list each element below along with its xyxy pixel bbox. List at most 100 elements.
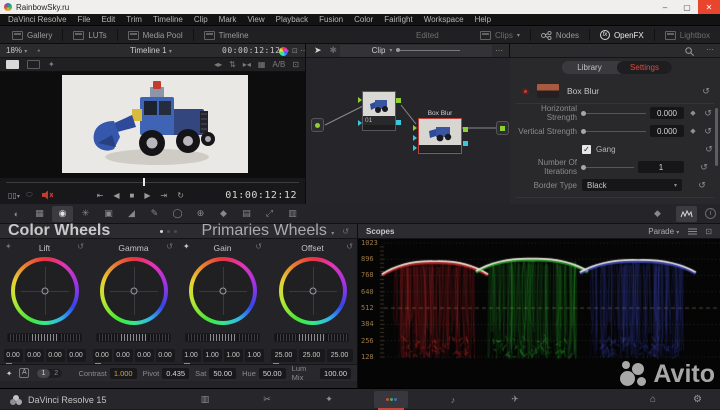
scopes-panel-icon[interactable] <box>676 206 697 222</box>
lightbox-button[interactable]: Lightbox <box>657 26 718 44</box>
auto-color-button[interactable]: A <box>19 368 29 378</box>
gain-master-wheel[interactable] <box>185 333 260 342</box>
vertical-strength-slider[interactable] <box>582 131 646 132</box>
tab-settings[interactable]: Settings <box>617 61 672 74</box>
loop-button[interactable]: ↻ <box>177 191 184 200</box>
gain-value-b[interactable]: 1.00 <box>245 349 264 362</box>
checker-icon[interactable]: ▦ <box>258 60 266 69</box>
page-edit[interactable]: ✂ <box>250 391 284 408</box>
gain-reset-button[interactable]: ↺ <box>255 242 262 251</box>
gain-value-y[interactable]: 1.00 <box>182 349 201 362</box>
node-zoom-slider[interactable] <box>396 50 460 51</box>
corrector-node-01[interactable]: 01 <box>362 91 396 131</box>
pager-2[interactable]: 2 <box>50 369 63 378</box>
viewer-canvas[interactable] <box>0 72 305 178</box>
sat-value[interactable]: 50.00 <box>209 368 236 379</box>
node-output-key[interactable] <box>396 120 401 125</box>
node-options-menu[interactable]: ⋯ <box>495 46 503 55</box>
iterations-slider[interactable] <box>582 167 634 168</box>
gallery-button[interactable]: Gallery <box>4 26 60 44</box>
node-output-rgb[interactable] <box>396 98 401 103</box>
cinema-viewer-icon[interactable]: ⬭ <box>26 190 33 200</box>
select-tool-icon[interactable]: ➤ <box>314 45 322 56</box>
lift-value-r[interactable]: 0.00 <box>25 349 44 362</box>
search-icon[interactable] <box>685 47 694 56</box>
wheels-mode-select[interactable]: Primaries Wheels ▾ <box>201 222 334 240</box>
wipe-mix-icon[interactable]: ▸◂ <box>243 60 251 69</box>
lift-value-g[interactable]: 0.00 <box>46 349 65 362</box>
menu-fusion[interactable]: Fusion <box>319 15 343 24</box>
scope-expand-icon[interactable]: ⊡ <box>705 227 712 236</box>
tab-library[interactable]: Library <box>562 61 617 74</box>
reset-icon[interactable]: ↺ <box>703 144 715 155</box>
color-viewer-icon[interactable] <box>279 47 288 56</box>
rgb-mixer-icon[interactable]: ✳ <box>75 206 96 222</box>
border-type-dropdown[interactable]: Black▾ <box>582 179 682 191</box>
source-node[interactable] <box>311 118 324 132</box>
wipe-horizontal-icon[interactable]: ◂▸ <box>214 60 222 69</box>
fxnode-output-key[interactable] <box>463 141 468 146</box>
viewer-scrub-bar[interactable] <box>0 178 305 186</box>
inspector-options-menu[interactable]: ⋯ <box>706 45 714 54</box>
gamma-value-b[interactable]: 0.00 <box>156 349 175 362</box>
node-input-rgb[interactable] <box>358 97 362 103</box>
reset-icon[interactable]: ↺ <box>702 126 714 137</box>
offset-color-wheel[interactable] <box>279 257 347 325</box>
offset-value-r[interactable]: 25.00 <box>271 349 297 362</box>
keyframe-icon[interactable]: ◆ <box>689 109 697 117</box>
menu-davinci-resolve[interactable]: DaVinci Resolve <box>8 15 67 24</box>
contrast-value[interactable]: 1.000 <box>110 368 137 379</box>
gamma-value-y[interactable]: 0.00 <box>93 349 112 362</box>
offset-value-b[interactable]: 25.00 <box>327 349 353 362</box>
gamma-reset-button[interactable]: ↺ <box>166 242 173 251</box>
scope-settings-icon[interactable] <box>687 227 698 236</box>
gain-value-g[interactable]: 1.00 <box>224 349 243 362</box>
gain-value-r[interactable]: 1.00 <box>203 349 222 362</box>
node-mode-select[interactable]: Clip <box>372 46 386 55</box>
viewer-mode-icon[interactable]: ▯▯▾ <box>8 191 20 200</box>
menu-workspace[interactable]: Workspace <box>424 15 464 24</box>
ab-compare-button[interactable]: A/B <box>272 60 285 69</box>
offset-master-wheel[interactable] <box>274 333 349 342</box>
page-fusion[interactable]: ✦ <box>312 391 346 408</box>
plugin-enable-toggle[interactable] <box>522 88 529 95</box>
goto-start-button[interactable]: ⇤ <box>97 191 104 200</box>
mute-audio-icon[interactable] <box>41 190 53 200</box>
color-wheels-icon[interactable]: ◉ <box>52 206 73 222</box>
gang-checkbox[interactable]: ✓ <box>582 145 591 154</box>
wheels-reset-button[interactable]: ↺ <box>342 227 349 236</box>
lummix-value[interactable]: 100.00 <box>320 368 351 379</box>
menu-edit[interactable]: Edit <box>101 15 115 24</box>
minimize-button[interactable]: – <box>654 0 676 14</box>
lift-value-b[interactable]: 0.00 <box>67 349 86 362</box>
fxnode-input-1[interactable] <box>413 125 417 131</box>
stereo3d-icon[interactable]: ▥ <box>282 206 303 222</box>
camera-raw-icon[interactable]: ◐ <box>6 206 27 222</box>
openfx-node-boxblur[interactable] <box>418 118 462 154</box>
horizontal-strength-value[interactable]: 0.000 <box>650 107 684 119</box>
fxnode-input-2[interactable] <box>413 135 417 141</box>
openfx-button[interactable]: fxOpenFX <box>592 26 652 44</box>
plugin-reset-button[interactable]: ↺ <box>700 86 712 97</box>
menu-trim[interactable]: Trim <box>126 15 142 24</box>
auto-balance-icon[interactable]: ✦ <box>6 369 12 378</box>
split-view-icon[interactable] <box>27 60 40 69</box>
output-node[interactable] <box>496 121 509 135</box>
viewer-zoom-select[interactable]: 18% ▾ <box>6 46 27 55</box>
settings-gear-icon[interactable]: ⚙ <box>693 394 702 405</box>
menu-file[interactable]: File <box>78 15 91 24</box>
gamma-value-r[interactable]: 0.00 <box>114 349 133 362</box>
lift-value-y[interactable]: 0.00 <box>4 349 23 362</box>
wheel-page-dots[interactable] <box>160 230 177 233</box>
page-media[interactable]: ▥ <box>188 391 222 408</box>
gamma-master-wheel[interactable] <box>96 333 171 342</box>
play-button[interactable]: ▶ <box>144 191 150 200</box>
sizing-icon[interactable]: ⤢ <box>259 206 280 222</box>
reset-icon[interactable]: ↺ <box>702 108 714 119</box>
menu-timeline[interactable]: Timeline <box>153 15 183 24</box>
timeline-button[interactable]: Timeline <box>196 26 257 44</box>
keyframe-icon[interactable]: ◆ <box>689 127 697 135</box>
playhead[interactable] <box>143 178 145 186</box>
menu-playback[interactable]: Playback <box>276 15 308 24</box>
menu-fairlight[interactable]: Fairlight <box>384 15 412 24</box>
